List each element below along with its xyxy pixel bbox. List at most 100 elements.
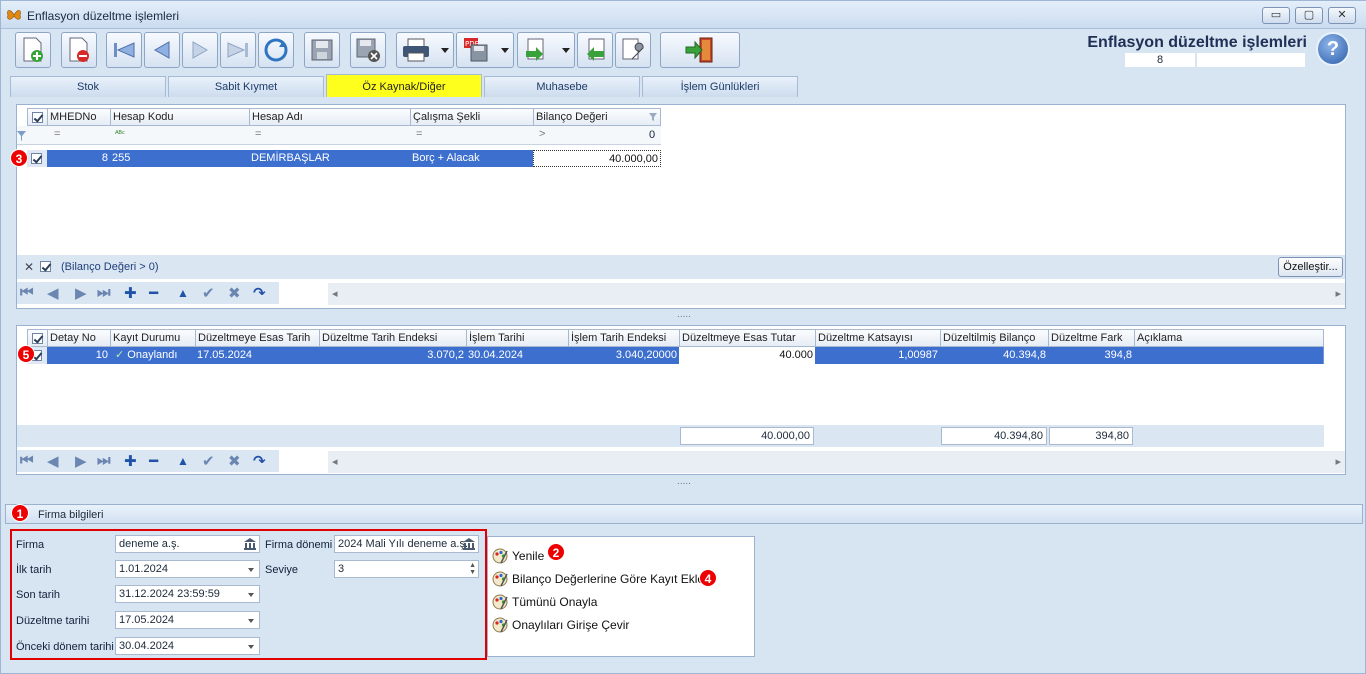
yenile-action[interactable]: Yenile	[492, 546, 544, 566]
last-record-button[interactable]	[220, 32, 256, 68]
chevron-down-icon[interactable]	[248, 593, 254, 597]
col-mhedno[interactable]: MHEDNo	[47, 108, 111, 126]
scroll-right-icon[interactable]: ▸	[1335, 455, 1341, 468]
table-row[interactable]: 10 ✓ Onaylandı 17.05.2024 3.070,2 30.04.…	[17, 347, 1324, 365]
tumunu-onayla-action[interactable]: Tümünü Onayla	[492, 592, 597, 612]
maximize-button[interactable]: ▢	[1295, 7, 1323, 24]
nav-last-icon[interactable]: ⏭	[97, 452, 111, 469]
table-row[interactable]: 8 255 DEMİRBAŞLAR Borç + Alacak 40.000,0…	[17, 150, 661, 168]
bank-lookup-icon[interactable]	[463, 538, 475, 550]
nav-prev-icon[interactable]: ◀	[47, 284, 59, 302]
col-kayit-durumu[interactable]: Kayıt Durumu	[110, 329, 196, 347]
lower-horizontal-scrollbar[interactable]: ◂ ▸	[328, 451, 1345, 473]
col-detay-no[interactable]: Detay No	[47, 329, 111, 347]
ilk-tarih-field[interactable]: 1.01.2024	[115, 560, 260, 578]
scroll-left-icon[interactable]: ◂	[332, 455, 338, 468]
onaylilari-girise-cevir-action[interactable]: Onaylıları Girişe Çevir	[492, 615, 629, 635]
nav-delete-icon[interactable]: ━	[149, 452, 158, 470]
filter-op-hesap-adi[interactable]: =	[255, 128, 261, 140]
new-record-button[interactable]	[15, 32, 51, 68]
tab-sabit-kiymet[interactable]: Sabit Kıymet	[168, 76, 324, 97]
chevron-down-icon[interactable]	[248, 645, 254, 649]
col-esas-tutar[interactable]: Düzeltmeye Esas Tutar	[679, 329, 816, 347]
donem-field[interactable]: 2024 Mali Yılı deneme a.ş.	[334, 535, 479, 553]
chevron-down-icon[interactable]	[248, 568, 254, 572]
scroll-right-icon[interactable]: ▸	[1335, 287, 1341, 300]
row-select-cell[interactable]	[27, 150, 48, 167]
nav-first-icon[interactable]: ⏮	[20, 284, 34, 301]
tab-islem-gunlukleri[interactable]: İşlem Günlükleri	[642, 76, 798, 97]
col-katsayi[interactable]: Düzeltme Katsayısı	[815, 329, 941, 347]
spin-arrows-icon[interactable]: ▲ ▼	[469, 562, 476, 576]
pdf-export-dropdown-button[interactable]: PDF	[456, 32, 514, 68]
tab-oz-kaynak[interactable]: Öz Kaynak/Diğer	[326, 74, 482, 97]
first-record-button[interactable]	[106, 32, 142, 68]
minimize-button[interactable]: ▭	[1262, 7, 1290, 24]
previous-record-button[interactable]	[144, 32, 180, 68]
nav-cancel-icon[interactable]: ✖	[228, 284, 241, 302]
col-islem-endeksi[interactable]: İşlem Tarih Endeksi	[568, 329, 680, 347]
customize-button[interactable]: Özelleştir...	[1278, 257, 1343, 277]
select-all-header[interactable]	[27, 108, 48, 126]
close-button[interactable]: ✕	[1328, 7, 1356, 24]
upper-horizontal-scrollbar[interactable]: ◂ ▸	[328, 283, 1345, 305]
nav-delete-icon[interactable]: ━	[149, 284, 158, 302]
col-calisma-sekli[interactable]: Çalışma Şekli	[410, 108, 534, 126]
firma-field[interactable]: deneme a.ş.	[115, 535, 260, 553]
nav-refresh-icon[interactable]: ↷	[253, 284, 266, 302]
col-bilanco-degeri[interactable]: Bilanço Değeri	[533, 108, 661, 126]
nav-edit-icon[interactable]: ▲	[177, 286, 189, 300]
nav-last-icon[interactable]: ⏭	[97, 284, 111, 301]
son-tarih-field[interactable]: 31.12.2024 23:59:59	[115, 585, 260, 603]
col-hesap-kodu[interactable]: Hesap Kodu	[110, 108, 250, 126]
seviye-stepper[interactable]: 3 ▲ ▼	[334, 560, 479, 578]
col-islem-tarihi[interactable]: İşlem Tarihi	[466, 329, 569, 347]
filter-value-bilanco[interactable]: 0	[649, 129, 655, 141]
next-record-button[interactable]	[182, 32, 218, 68]
cancel-save-button[interactable]	[350, 32, 386, 68]
filter-op-hesap-kodu[interactable]: ᴬᴮᶜ	[115, 129, 125, 138]
filter-op-bilanco[interactable]: >	[539, 128, 545, 140]
tab-muhasebe[interactable]: Muhasebe	[484, 76, 640, 97]
duzeltme-tarihi-field[interactable]: 17.05.2024	[115, 611, 260, 629]
delete-record-button[interactable]	[61, 32, 97, 68]
nav-add-icon[interactable]: ✚	[124, 284, 137, 302]
splitter-lower[interactable]: .....	[1, 477, 1366, 487]
help-button[interactable]: ?	[1316, 32, 1350, 66]
print-dropdown-button[interactable]	[396, 32, 454, 68]
col-hesap-adi[interactable]: Hesap Adı	[249, 108, 411, 126]
splitter-upper[interactable]: .....	[1, 310, 1366, 320]
col-esas-tarih[interactable]: Düzeltmeye Esas Tarih	[195, 329, 320, 347]
tab-stok[interactable]: Stok	[10, 76, 166, 97]
cell-bilanco-degeri[interactable]: 40.000,00	[533, 150, 661, 167]
nav-prev-icon[interactable]: ◀	[47, 452, 59, 470]
chevron-down-icon[interactable]	[248, 619, 254, 623]
filter-expression[interactable]: (Bilanço Değeri > 0)	[61, 261, 159, 273]
col-aciklama[interactable]: Açıklama	[1134, 329, 1324, 347]
tools-button[interactable]	[615, 32, 651, 68]
col-duzeltme-fark[interactable]: Düzeltme Fark	[1048, 329, 1135, 347]
nav-edit-icon[interactable]: ▲	[177, 454, 189, 468]
nav-cancel-icon[interactable]: ✖	[228, 452, 241, 470]
filter-enabled-checkbox[interactable]	[40, 261, 51, 272]
nav-post-icon[interactable]: ✔	[202, 284, 215, 302]
nav-next-icon[interactable]: ▶	[75, 284, 87, 302]
bank-lookup-icon[interactable]	[244, 538, 256, 550]
refresh-button[interactable]	[258, 32, 294, 68]
nav-post-icon[interactable]: ✔	[202, 452, 215, 470]
col-duzeltilmis-bilanco[interactable]: Düzeltilmiş Bilanço	[940, 329, 1049, 347]
export-dropdown-button[interactable]	[517, 32, 575, 68]
exit-button[interactable]	[660, 32, 740, 68]
nav-first-icon[interactable]: ⏮	[20, 452, 34, 469]
cell-esas-tutar[interactable]: 40.000	[679, 347, 816, 364]
clear-filter-icon[interactable]: ✕	[24, 260, 34, 274]
filter-op-mhedno[interactable]: =	[54, 128, 60, 140]
scroll-left-icon[interactable]: ◂	[332, 287, 338, 300]
filter-op-calisma[interactable]: =	[416, 128, 422, 140]
select-all-header[interactable]	[27, 329, 48, 347]
nav-refresh-icon[interactable]: ↷	[253, 452, 266, 470]
nav-add-icon[interactable]: ✚	[124, 452, 137, 470]
bilanco-kayit-ekle-action[interactable]: Bilanço Değerlerine Göre Kayıt Ekle	[492, 569, 704, 589]
import-button[interactable]	[577, 32, 613, 68]
nav-next-icon[interactable]: ▶	[75, 452, 87, 470]
